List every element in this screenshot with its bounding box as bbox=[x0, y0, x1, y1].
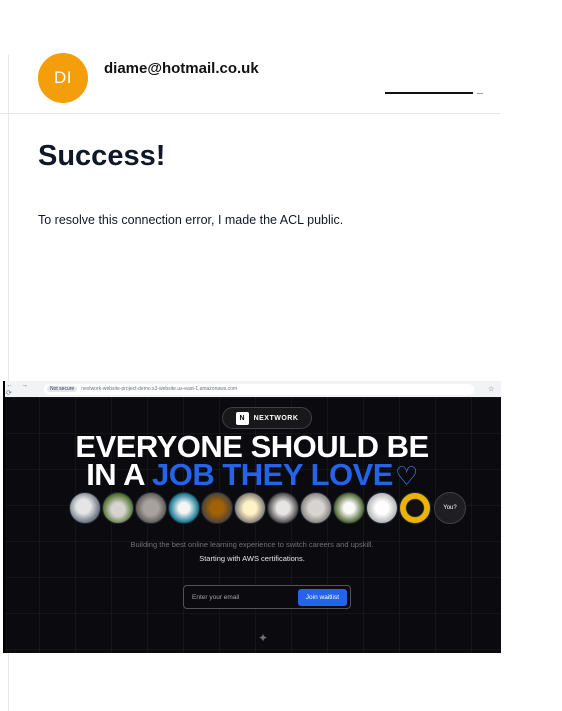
message-text: To resolve this connection error, I made… bbox=[38, 213, 344, 227]
screenshot-left-border bbox=[3, 381, 5, 653]
page-title: Success! bbox=[38, 140, 166, 172]
not-secure-badge: Not secure bbox=[47, 386, 78, 392]
pet-avatar bbox=[366, 492, 398, 524]
pet-avatar bbox=[267, 492, 299, 524]
pet-avatar bbox=[102, 492, 134, 524]
pet-avatar bbox=[201, 492, 233, 524]
browser-toolbar: ← → ⟳ Not secure nextwork-website-projec… bbox=[3, 381, 501, 397]
pet-avatar bbox=[168, 492, 200, 524]
pet-avatar bbox=[234, 492, 266, 524]
url-text: nextwork-website-project-demo.s3-website… bbox=[81, 386, 238, 392]
email-field[interactable] bbox=[192, 593, 282, 601]
embedded-screenshot: ← → ⟳ Not secure nextwork-website-projec… bbox=[3, 381, 501, 653]
pet-avatar bbox=[69, 492, 101, 524]
pet-avatar bbox=[399, 492, 431, 524]
you-avatar: You? bbox=[434, 492, 466, 524]
subtagline: Starting with AWS certifications. bbox=[199, 554, 305, 563]
brand-name: NEXTWORK bbox=[253, 414, 299, 422]
address-bar[interactable]: Not secure nextwork-website-project-demo… bbox=[44, 383, 474, 395]
sparkle-icon: ✦ bbox=[258, 631, 269, 645]
brand-pill: N NEXTWORK bbox=[222, 407, 312, 429]
waitlist-form: Join waitlist bbox=[183, 585, 351, 609]
pet-avatar bbox=[300, 492, 332, 524]
headline-prefix: IN A bbox=[86, 457, 152, 492]
avatar-initials: DI bbox=[54, 68, 72, 87]
pet-avatar-row: You? bbox=[69, 492, 466, 524]
tagline: Building the best online learning experi… bbox=[130, 540, 374, 549]
headline-line-2: IN A JOB THEY LOVE♡ bbox=[3, 459, 501, 490]
pet-avatar bbox=[333, 492, 365, 524]
headline-highlight: JOB THEY LOVE bbox=[152, 457, 394, 492]
header-underline bbox=[385, 92, 473, 94]
comment-header: DI diame@hotmail.co.uk bbox=[0, 0, 500, 114]
browser-nav-icons[interactable]: ← → ⟳ bbox=[6, 382, 44, 397]
heart-icon: ♡ bbox=[395, 461, 418, 491]
header-divider-dot bbox=[477, 93, 483, 94]
nextwork-logo-icon: N bbox=[235, 411, 249, 425]
pet-avatar bbox=[135, 492, 167, 524]
star-icon[interactable]: ☆ bbox=[488, 385, 494, 393]
join-waitlist-button[interactable]: Join waitlist bbox=[297, 588, 347, 606]
avatar[interactable]: DI bbox=[38, 53, 88, 103]
author-email: diame@hotmail.co.uk bbox=[104, 60, 259, 77]
